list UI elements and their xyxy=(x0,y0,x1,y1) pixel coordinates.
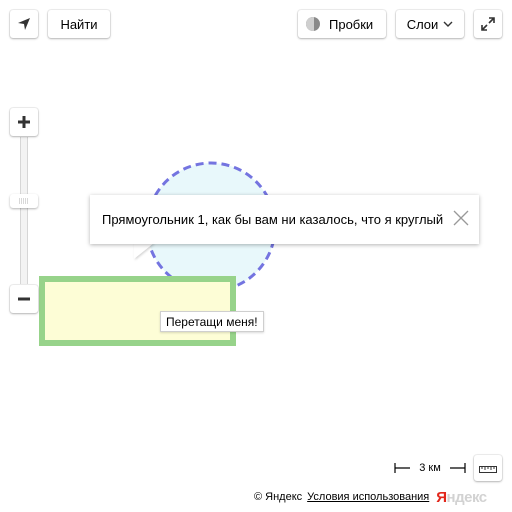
find-button-label: Найти xyxy=(60,16,98,32)
drag-hint: Перетащи меня! xyxy=(160,311,264,332)
copyright-bar: © Яндекс Условия использования Яндекс xyxy=(254,488,488,506)
copyright-text: © Яндекс xyxy=(254,491,303,503)
terms-of-use-link[interactable]: Условия использования xyxy=(307,491,429,503)
balloon-close-button[interactable] xyxy=(451,208,471,228)
scale-label: 3 км xyxy=(419,462,441,474)
expand-arrows-icon xyxy=(481,17,495,31)
layers-button-label: Слои xyxy=(406,16,439,32)
traffic-button[interactable]: Пробки xyxy=(298,10,386,38)
traffic-light-icon xyxy=(306,17,320,31)
zoom-in-button[interactable] xyxy=(10,108,38,136)
ruler-button[interactable] xyxy=(474,455,502,481)
plus-icon xyxy=(18,116,30,128)
zoom-slider-track[interactable] xyxy=(20,137,28,284)
traffic-button-label: Пробки xyxy=(329,16,374,32)
minus-icon xyxy=(18,297,30,301)
grip-icon xyxy=(19,198,29,204)
navigation-arrow-icon xyxy=(18,18,30,30)
ruler-icon xyxy=(479,465,497,473)
fullscreen-button[interactable] xyxy=(474,10,502,38)
yandex-logo[interactable]: Яндекс xyxy=(436,488,488,506)
layers-button[interactable]: Слои xyxy=(396,10,464,38)
find-button[interactable]: Найти xyxy=(48,10,110,38)
balloon: Прямоугольник 1, как бы вам ни казалось,… xyxy=(90,195,479,244)
yandex-logo-rest: ндекс xyxy=(446,488,488,506)
yandex-logo-first-letter: Я xyxy=(436,488,447,506)
chevron-down-icon xyxy=(443,21,453,27)
close-icon xyxy=(453,210,469,226)
geolocation-button[interactable] xyxy=(10,10,38,38)
map-shapes xyxy=(39,161,277,346)
zoom-out-button[interactable] xyxy=(10,285,38,313)
zoom-slider-handle[interactable] xyxy=(10,194,38,208)
balloon-content: Прямоугольник 1, как бы вам ни казалось,… xyxy=(102,212,444,227)
drag-hint-text: Перетащи меня! xyxy=(166,314,258,329)
balloon-tail xyxy=(134,243,154,259)
